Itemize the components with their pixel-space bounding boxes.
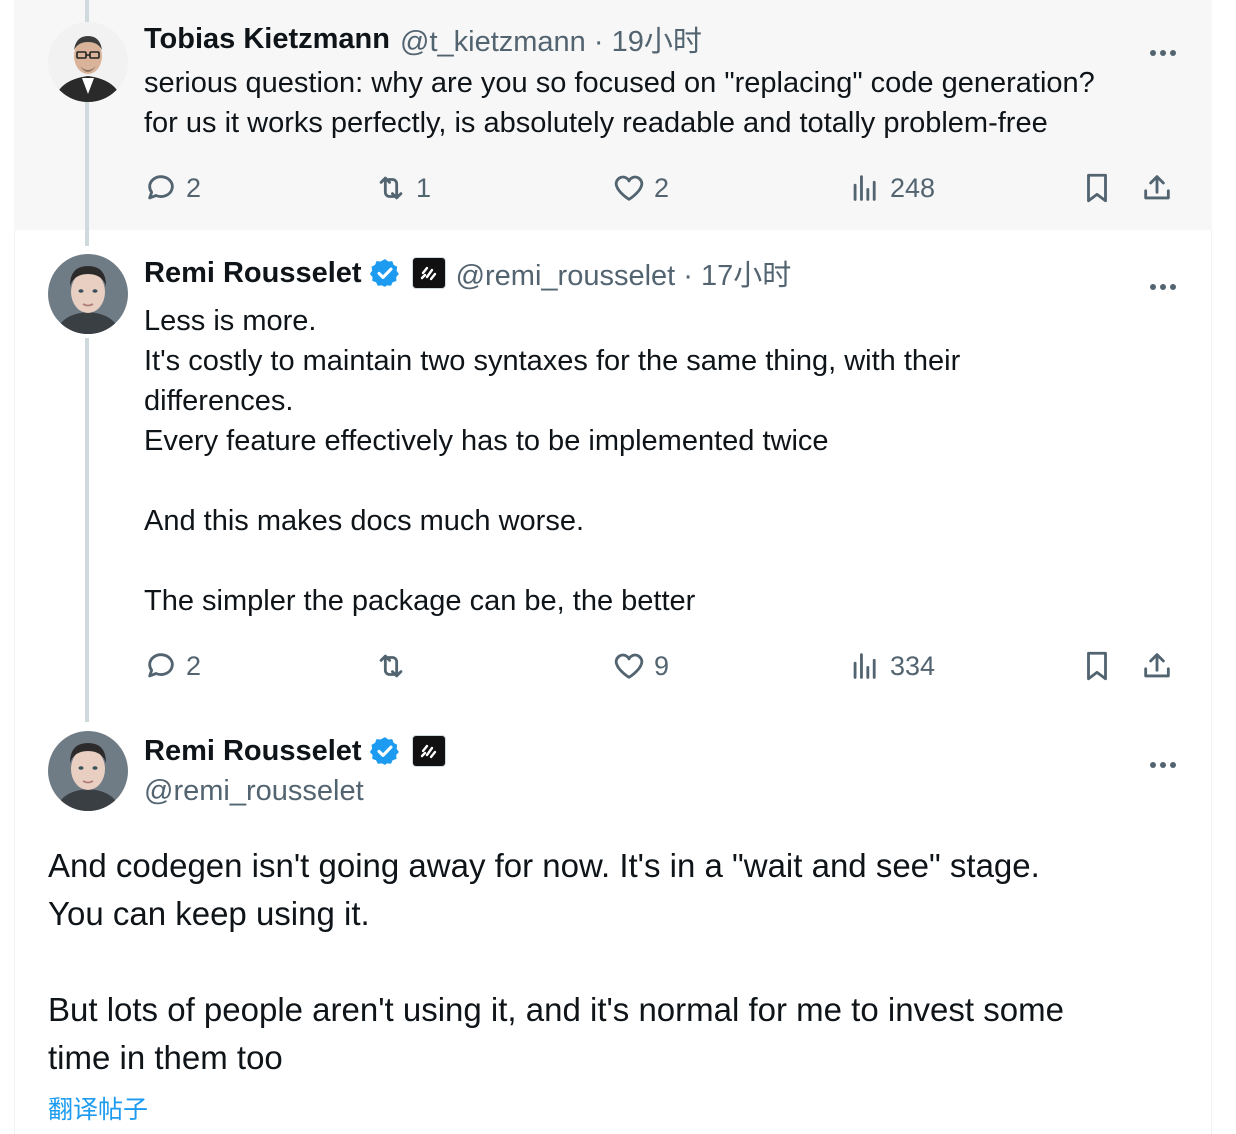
thread-line	[85, 0, 89, 22]
tweet-subheader: @remi_rousselet	[144, 771, 364, 811]
tweet-text-line: serious question: why are you so focused…	[144, 67, 1095, 99]
bookmark-button[interactable]	[1080, 168, 1114, 208]
heart-icon	[614, 653, 644, 679]
handle[interactable]: @remi_rousselet	[144, 775, 364, 808]
tweet-text-line: for us it works perfectly, is absolutely…	[144, 107, 1048, 139]
thread-line	[85, 102, 89, 246]
affiliate-badge-icon[interactable]	[411, 257, 446, 289]
tweet-text-line: The simpler the package can be, the bett…	[144, 585, 696, 617]
share-button[interactable]	[1140, 646, 1174, 686]
reply-count: 2	[186, 172, 202, 203]
repost-icon	[379, 176, 403, 200]
views-button[interactable]: 248	[848, 168, 935, 208]
translate-post-link[interactable]: 翻译帖子	[48, 1090, 148, 1126]
affiliate-badge-icon[interactable]	[411, 735, 446, 767]
verified-badge-icon	[368, 734, 402, 768]
heart-icon	[614, 175, 644, 201]
view-count: 248	[890, 172, 936, 203]
like-button[interactable]: 9	[612, 646, 669, 686]
reply-button[interactable]: 2	[144, 168, 201, 208]
like-count: 9	[654, 650, 670, 681]
like-count: 2	[654, 172, 670, 203]
display-name[interactable]: Remi Rousselet	[144, 735, 362, 768]
tweet-text: serious question: why are you so focused…	[144, 63, 1184, 143]
display-name[interactable]: Tobias Kietzmann	[144, 23, 390, 56]
like-button[interactable]: 2	[612, 168, 669, 208]
tweet-actions: 2 1 2 248	[144, 168, 1184, 208]
tweet-text-line: Less is more.	[144, 305, 317, 337]
repost-button[interactable]	[374, 646, 416, 686]
display-name[interactable]: Remi Rousselet	[144, 257, 362, 290]
tweet-text-line: But lots of people aren't using it, and …	[48, 991, 1064, 1028]
share-icon	[1144, 175, 1170, 200]
tweet-text-line	[144, 541, 1184, 581]
reply-count: 2	[186, 650, 202, 681]
repost-button[interactable]: 1	[374, 168, 431, 208]
tweet-actions: 2 9 334	[144, 646, 1184, 686]
share-button[interactable]	[1140, 168, 1174, 208]
more-options-icon[interactable]	[1148, 33, 1178, 61]
avatar-image	[48, 731, 128, 811]
view-count: 334	[890, 650, 936, 681]
avatar-image	[48, 22, 128, 102]
share-icon	[1144, 653, 1170, 678]
analytics-icon	[853, 653, 876, 679]
tweet-text-line: You can keep using it.	[48, 895, 370, 932]
tweet-text: And codegen isn't going away for now. It…	[48, 842, 1168, 1082]
reply-button[interactable]: 2	[144, 646, 201, 686]
handle-and-time[interactable]: @t_kietzmann · 19小时	[400, 18, 702, 60]
more-options-icon[interactable]	[1148, 267, 1178, 295]
bookmark-icon	[1087, 651, 1107, 681]
bookmark-icon	[1087, 173, 1107, 203]
repost-icon	[379, 654, 403, 678]
tweet-text-line: And this makes docs much worse.	[144, 505, 585, 537]
reply-icon	[148, 653, 174, 678]
tweet-text: Less is more. It's costly to maintain tw…	[144, 301, 1184, 621]
tweet-header: Remi Rousselet @remi_rousselet · 17小时	[144, 253, 791, 293]
tweet-text-line	[144, 461, 1184, 501]
handle-and-time[interactable]: @remi_rousselet · 17小时	[456, 252, 792, 294]
more-options-icon[interactable]	[1148, 745, 1178, 773]
reply-icon	[148, 175, 174, 200]
tweet-text-line: differences.	[144, 385, 294, 417]
avatar-image	[48, 254, 128, 334]
tweet-header: Tobias Kietzmann @t_kietzmann · 19小时	[144, 19, 702, 59]
tweet-header: Remi Rousselet	[144, 731, 446, 771]
repost-count: 1	[416, 172, 432, 203]
tweet-text-line: time in them too	[48, 1039, 283, 1076]
avatar[interactable]	[48, 254, 128, 334]
tweet-text-line	[48, 938, 1168, 986]
tweet-text-line: Every feature effectively has to be impl…	[144, 425, 829, 457]
avatar[interactable]	[48, 731, 128, 811]
avatar[interactable]	[48, 22, 128, 102]
tweet-text-line: It's costly to maintain two syntaxes for…	[144, 345, 961, 377]
thread-line	[85, 338, 89, 722]
bookmark-button[interactable]	[1080, 646, 1114, 686]
verified-badge-icon	[368, 256, 402, 290]
views-button[interactable]: 334	[848, 646, 935, 686]
analytics-icon	[853, 175, 876, 201]
tweet-text-line: And codegen isn't going away for now. It…	[48, 847, 1040, 884]
